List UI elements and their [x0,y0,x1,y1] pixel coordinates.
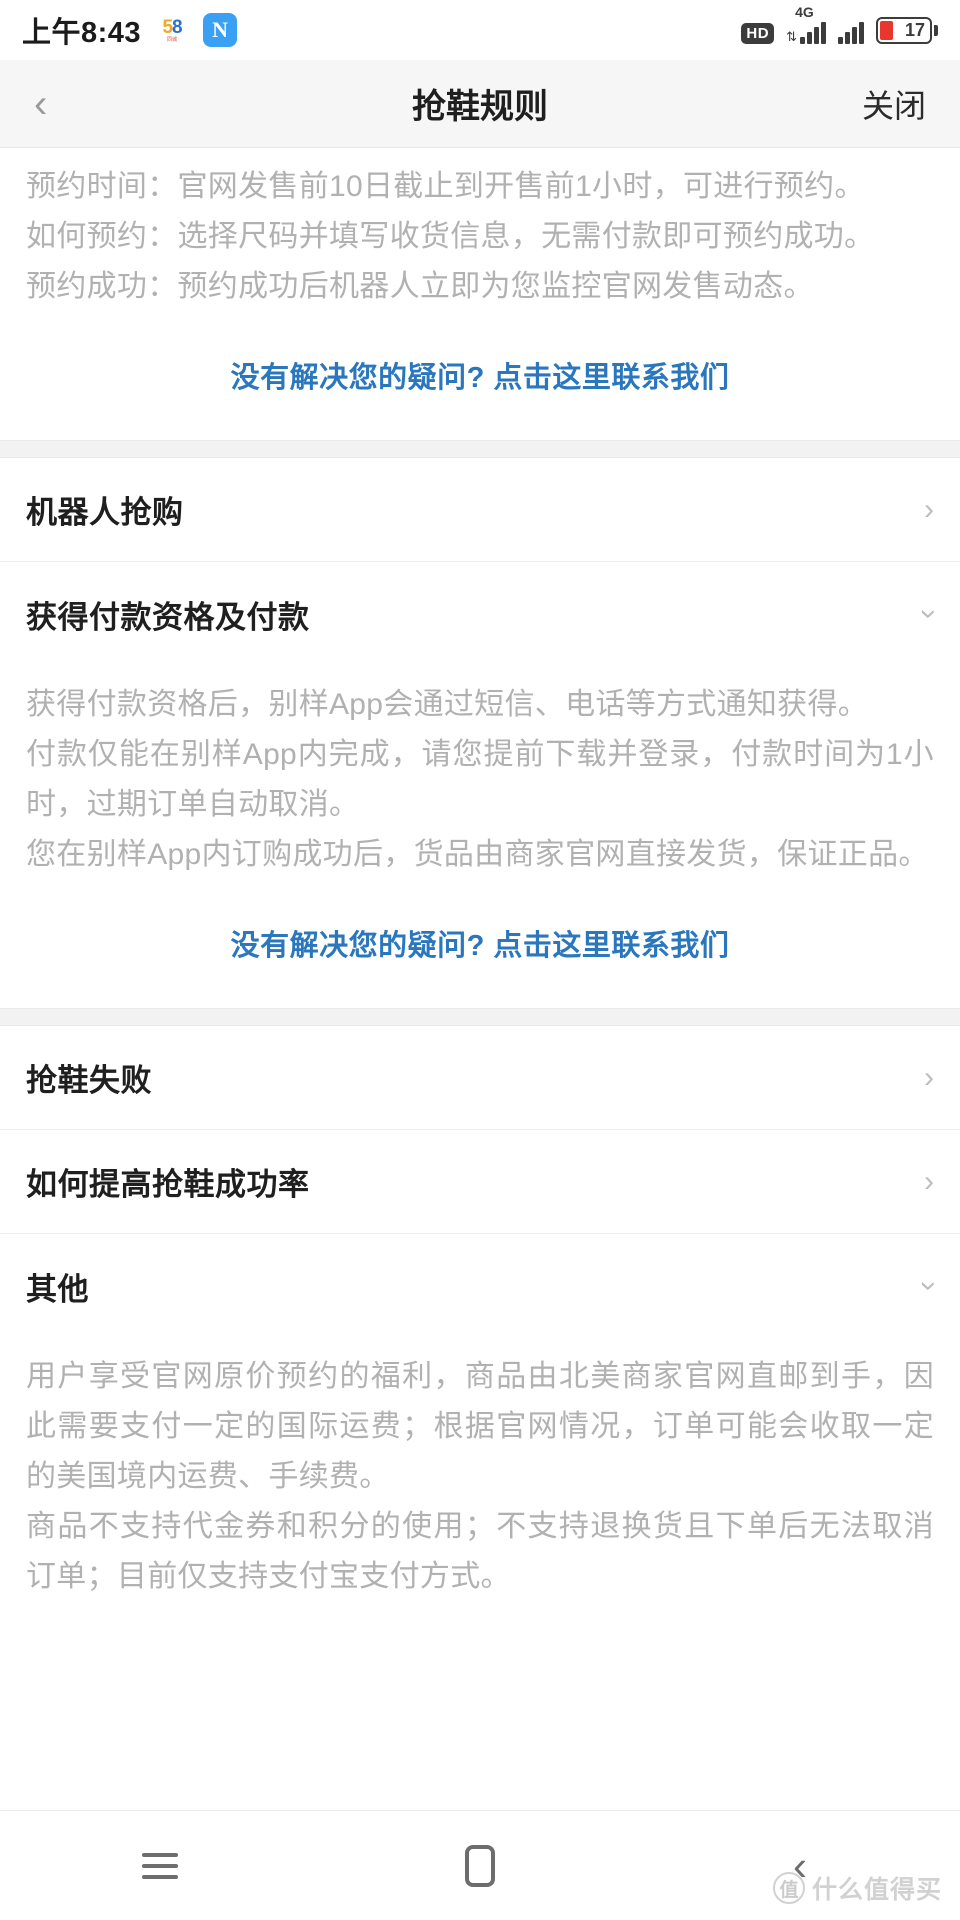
reservation-contact-row: 没有解决您的疑问? 点击这里联系我们 [26,316,934,440]
system-navigation-bar: ‹ 值 什么值得买 [0,1810,960,1920]
contact-us-link[interactable]: 没有解决您的疑问? 点击这里联系我们 [231,362,730,394]
paragraph: 您在别样App内订购成功后，货品由商家官网直接发货，保证正品。 [26,838,929,871]
signal-sim2-icon [838,20,864,44]
payment-paragraphs: 获得付款资格后，别样App会通过短信、电话等方式通知获得。 付款仅能在别样App… [26,666,934,884]
chevron-down-icon: › [913,1281,946,1291]
icon-58-number: 58 [162,16,182,38]
accordion-title: 获得付款资格及付款 [26,599,310,635]
network-type-label: 4G [795,3,814,20]
signal-sim1-icon: 4G ⇅ [786,4,826,44]
accordion-title: 抢鞋失败 [26,1063,152,1098]
chevron-down-icon: › [913,609,946,619]
section-other-body: 用户享受官网原价预约的福利，商品由北美商家官网直邮到手，因此需要支付一定的国际运… [0,1338,960,1606]
paragraph: 用户享受官网原价预约的福利，商品由北美商家官网直邮到手，因此需要支付一定的国际运… [26,1360,934,1493]
section-divider [0,440,960,458]
status-bar: 上午8:43 58 同城 N HD 4G ⇅ 17 [0,0,960,60]
accordion-title: 机器人抢购 [26,495,184,530]
watermark-logo-icon: 值 [772,1872,805,1904]
hd-icon: HD [741,22,775,44]
watermark: 值 什么值得买 [772,1870,942,1906]
icon-58-sub: 同城 [166,36,178,43]
menu-icon [142,1852,178,1879]
battery-percent-label: 17 [904,20,925,40]
status-bar-right: HD 4G ⇅ 17 [741,4,938,44]
back-icon[interactable]: ‹ [34,84,47,124]
other-paragraphs: 用户享受官网原价预约的福利，商品由北美商家官网直邮到手，因此需要支付一定的国际运… [26,1338,934,1606]
page-title: 抢鞋规则 [412,88,548,126]
accordion-title: 其他 [26,1271,89,1307]
signal-bars-2 [838,20,864,44]
status-time: 上午8:43 [22,17,142,49]
watermark-text: 什么值得买 [811,1876,942,1904]
nav-recents-button[interactable] [100,1852,220,1879]
data-arrows-icon: ⇅ [786,28,797,44]
accordion-title: 如何提高抢鞋成功率 [26,1167,310,1202]
paragraph: 如何预约：选择尺码并填写收货信息，无需付款即可预约成功。 [26,220,875,253]
paragraph: 付款仅能在别样App内完成，请您提前下载并登录，付款时间为1小时，过期订单自动取… [26,738,934,821]
chevron-right-icon: › [924,1060,934,1094]
accordion-payment[interactable]: 获得付款资格及付款 › [0,562,960,666]
battery-icon: 17 [876,16,938,44]
nav-home-button[interactable] [420,1844,540,1887]
signal-bars-1 [800,20,826,44]
reservation-paragraphs: 预约时间：官网发售前10日截止到开售前1小时，可进行预约。 如何预约：选择尺码并… [26,148,934,316]
home-icon [465,1844,495,1887]
section-divider [0,1008,960,1026]
page-content: 预约时间：官网发售前10日截止到开售前1小时，可进行预约。 如何预约：选择尺码并… [0,148,960,1810]
section-reservation-body: 预约时间：官网发售前10日截止到开售前1小时，可进行预约。 如何预约：选择尺码并… [0,148,960,440]
page-header: ‹ 抢鞋规则 关闭 [0,60,960,148]
payment-contact-row: 没有解决您的疑问? 点击这里联系我们 [26,884,934,1008]
accordion-improve-rate[interactable]: 如何提高抢鞋成功率 › [0,1130,960,1234]
paragraph: 获得付款资格后，别样App会通过短信、电话等方式通知获得。 [26,688,869,721]
phone-screen: 上午8:43 58 同城 N HD 4G ⇅ 17 ‹ 抢鞋规则 关闭 预约时间… [0,0,960,1920]
contact-us-link[interactable]: 没有解决您的疑问? 点击这里联系我们 [231,930,730,962]
app-58tongcheng-icon: 58 同城 [155,13,190,47]
paragraph: 预约成功：预约成功后机器人立即为您监控官网发售动态。 [26,270,814,303]
paragraph: 预约时间：官网发售前10日截止到开售前1小时，可进行预约。 [26,170,865,203]
chevron-right-icon: › [924,492,934,526]
close-button[interactable]: 关闭 [862,81,926,127]
accordion-other[interactable]: 其他 › [0,1234,960,1338]
status-bar-left: 上午8:43 58 同城 N [22,9,238,51]
accordion-grab-failed[interactable]: 抢鞋失败 › [0,1026,960,1130]
app-notification-icon: N [203,13,238,47]
paragraph: 商品不支持代金券和积分的使用；不支持退换货且下单后无法取消订单；目前仅支持支付宝… [26,1510,934,1593]
accordion-robot-purchase[interactable]: 机器人抢购 › [0,458,960,562]
chevron-right-icon: › [924,1164,934,1198]
section-payment-body: 获得付款资格后，别样App会通过短信、电话等方式通知获得。 付款仅能在别样App… [0,666,960,1008]
